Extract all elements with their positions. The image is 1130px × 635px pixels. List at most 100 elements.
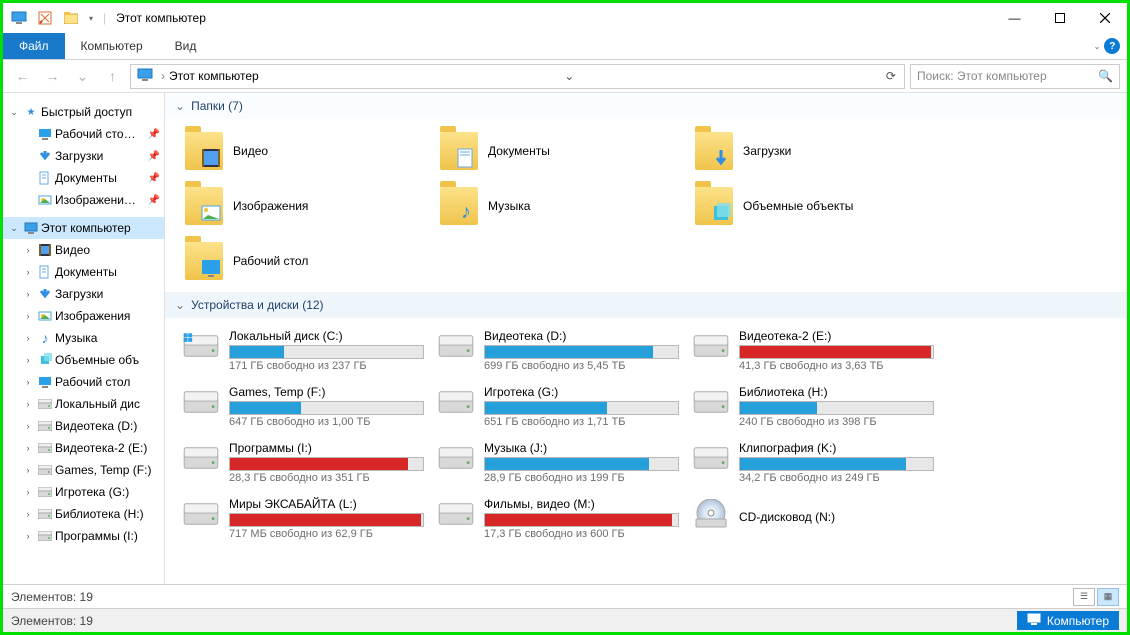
nav-forward-button[interactable]: → — [40, 64, 65, 89]
maximize-button[interactable] — [1037, 3, 1082, 33]
drive-usage-bar — [229, 513, 424, 527]
sidebar-this-pc[interactable]: ⌄ Этот компьютер — [3, 217, 164, 239]
refresh-button[interactable]: ⟳ — [880, 69, 902, 83]
sidebar-pc-item[interactable]: ›Видеотека (D:) — [3, 415, 164, 437]
sidebar-pc-item[interactable]: ›Библиотека (H:) — [3, 503, 164, 525]
address-dropdown-icon[interactable]: ⌄ — [558, 69, 580, 83]
sidebar-quick-item[interactable]: Загрузки📌 — [3, 145, 164, 167]
chevron-right-icon[interactable]: › — [21, 531, 35, 541]
close-button[interactable] — [1082, 3, 1127, 33]
chevron-right-icon[interactable]: › — [21, 289, 35, 299]
chevron-right-icon[interactable]: › — [21, 333, 35, 343]
drive-usage-bar — [484, 513, 679, 527]
sidebar-pc-item[interactable]: › Загрузки — [3, 283, 164, 305]
ribbon-expand-icon[interactable]: ⌄ — [1094, 42, 1101, 51]
qat-dropdown-icon[interactable]: ▾ — [89, 14, 93, 23]
qat-newfolder-icon[interactable] — [63, 10, 79, 26]
folder-label: Документы — [488, 144, 550, 158]
view-tiles-button[interactable]: ▦ — [1097, 588, 1119, 606]
tab-file[interactable]: Файл — [3, 33, 65, 59]
folder-item[interactable]: Загрузки — [685, 123, 940, 178]
sidebar-pc-item[interactable]: ›Games, Temp (F:) — [3, 459, 164, 481]
nav-history-button[interactable]: ⌄ — [70, 64, 95, 89]
chevron-right-icon[interactable]: › — [21, 443, 35, 453]
drive-item[interactable]: Клипография (K:)34,2 ГБ свободно из 249 … — [685, 434, 940, 490]
drive-item[interactable]: Музыка (J:)28,9 ГБ свободно из 199 ГБ — [430, 434, 685, 490]
drive-item[interactable]: Games, Temp (F:)647 ГБ свободно из 1,00 … — [175, 378, 430, 434]
help-icon[interactable]: ? — [1104, 38, 1120, 54]
drive-item[interactable]: Видеотека (D:)699 ГБ свободно из 5,45 ТБ — [430, 322, 685, 378]
sidebar-item-label: Загрузки — [55, 287, 103, 301]
folder-item[interactable]: Видео — [175, 123, 430, 178]
search-input[interactable]: Поиск: Этот компьютер 🔍 — [910, 64, 1120, 89]
chevron-right-icon[interactable]: › — [21, 399, 35, 409]
chevron-right-icon[interactable]: › — [21, 509, 35, 519]
qat-properties-icon[interactable] — [37, 10, 53, 26]
address-field[interactable]: › Этот компьютер ⌄ ⟳ — [130, 64, 905, 89]
drive-icon — [436, 382, 476, 422]
pin-icon: 📌 — [148, 173, 160, 184]
sidebar-quick-item[interactable]: Документы📌 — [3, 167, 164, 189]
sidebar-pc-item[interactable]: ›Объемные объ — [3, 349, 164, 371]
minimize-button[interactable]: — — [992, 3, 1037, 33]
sidebar-quick-access[interactable]: ⌄ ★ Быстрый доступ — [3, 101, 164, 123]
chevron-right-icon[interactable]: › — [21, 355, 35, 365]
folder-item[interactable]: Рабочий стол — [175, 233, 430, 288]
folder-label: Видео — [233, 144, 268, 158]
chevron-right-icon[interactable]: › — [21, 487, 35, 497]
breadcrumb-sep[interactable]: › — [157, 69, 169, 83]
sidebar-pc-item[interactable]: › Программы (I:) — [3, 525, 164, 547]
drive-item[interactable]: Игротека (G:)651 ГБ свободно из 1,71 ТБ — [430, 378, 685, 434]
sidebar-pc-item[interactable]: › Игротека (G:) — [3, 481, 164, 503]
sidebar-pc-item[interactable]: › Видео — [3, 239, 164, 261]
tab-view[interactable]: Вид — [159, 33, 213, 59]
drive-item[interactable]: Фильмы, видео (M:)17,3 ГБ свободно из 60… — [430, 490, 685, 546]
drive-item[interactable]: CD-дисковод (N:) — [685, 490, 940, 546]
sidebar-item-label: Программы (I:) — [55, 529, 138, 543]
drive-icon — [181, 382, 221, 422]
breadcrumb-location[interactable]: Этот компьютер — [169, 69, 259, 83]
folder-item[interactable]: ♪Музыка — [430, 178, 685, 233]
nav-up-button[interactable]: ↑ — [100, 64, 125, 89]
view-details-button[interactable]: ☰ — [1073, 588, 1095, 606]
sidebar-pc-item[interactable]: ›Рабочий стол — [3, 371, 164, 393]
folder-icon — [440, 132, 478, 170]
drive-item[interactable]: Программы (I:)28,3 ГБ свободно из 351 ГБ — [175, 434, 430, 490]
sidebar-item-label: Рабочий сто… — [55, 127, 136, 141]
chevron-right-icon[interactable]: › — [21, 377, 35, 387]
drive-item[interactable]: Библиотека (H:)240 ГБ свободно из 398 ГБ — [685, 378, 940, 434]
folder-item[interactable]: Объемные объекты — [685, 178, 940, 233]
chevron-down-icon[interactable]: ⌄ — [7, 107, 21, 118]
folder-item[interactable]: Изображения — [175, 178, 430, 233]
chevron-down-icon[interactable]: ⌄ — [7, 223, 21, 234]
drive-item[interactable]: Локальный диск (C:)171 ГБ свободно из 23… — [175, 322, 430, 378]
sidebar-pc-item[interactable]: ›Изображения — [3, 305, 164, 327]
chevron-right-icon[interactable]: › — [21, 245, 35, 255]
sidebar-item-label: Игротека (G:) — [55, 485, 129, 499]
chevron-right-icon[interactable]: › — [21, 311, 35, 321]
statusbar-inner: Элементов: 19 ☰ ▦ — [3, 584, 1127, 608]
sidebar-pc-item[interactable]: ›Документы — [3, 261, 164, 283]
sidebar-quick-item[interactable]: Изображени…📌 — [3, 189, 164, 211]
chevron-right-icon[interactable]: › — [21, 421, 35, 431]
sidebar-quick-item[interactable]: Рабочий сто…📌 — [3, 123, 164, 145]
drive-icon — [691, 494, 731, 534]
taskbar-tag[interactable]: Компьютер — [1017, 611, 1119, 630]
chevron-down-icon: ⌄ — [175, 298, 185, 312]
drive-icon — [691, 326, 731, 366]
sidebar-pc-item[interactable]: ›Видеотека-2 (E:) — [3, 437, 164, 459]
drive-item[interactable]: Миры ЭКСАБАЙТА (L:)717 МБ свободно из 62… — [175, 490, 430, 546]
drive-item[interactable]: Видеотека-2 (E:)41,3 ГБ свободно из 3,63… — [685, 322, 940, 378]
ribbon-tabs: Файл Компьютер Вид ⌄ ? — [3, 33, 1127, 60]
sidebar-pc-item[interactable]: ›Локальный дис — [3, 393, 164, 415]
folder-item[interactable]: Документы — [430, 123, 685, 178]
drive-usage-bar — [484, 401, 679, 415]
section-drives-header[interactable]: ⌄ Устройства и диски (12) — [165, 292, 1127, 318]
sidebar-item-label: Видео — [55, 243, 90, 257]
chevron-right-icon[interactable]: › — [21, 465, 35, 475]
section-folders-header[interactable]: ⌄ Папки (7) — [165, 93, 1127, 119]
chevron-right-icon[interactable]: › — [21, 267, 35, 277]
sidebar-pc-item[interactable]: ›♪Музыка — [3, 327, 164, 349]
tab-computer[interactable]: Компьютер — [65, 33, 159, 59]
nav-back-button[interactable]: ← — [10, 64, 35, 89]
